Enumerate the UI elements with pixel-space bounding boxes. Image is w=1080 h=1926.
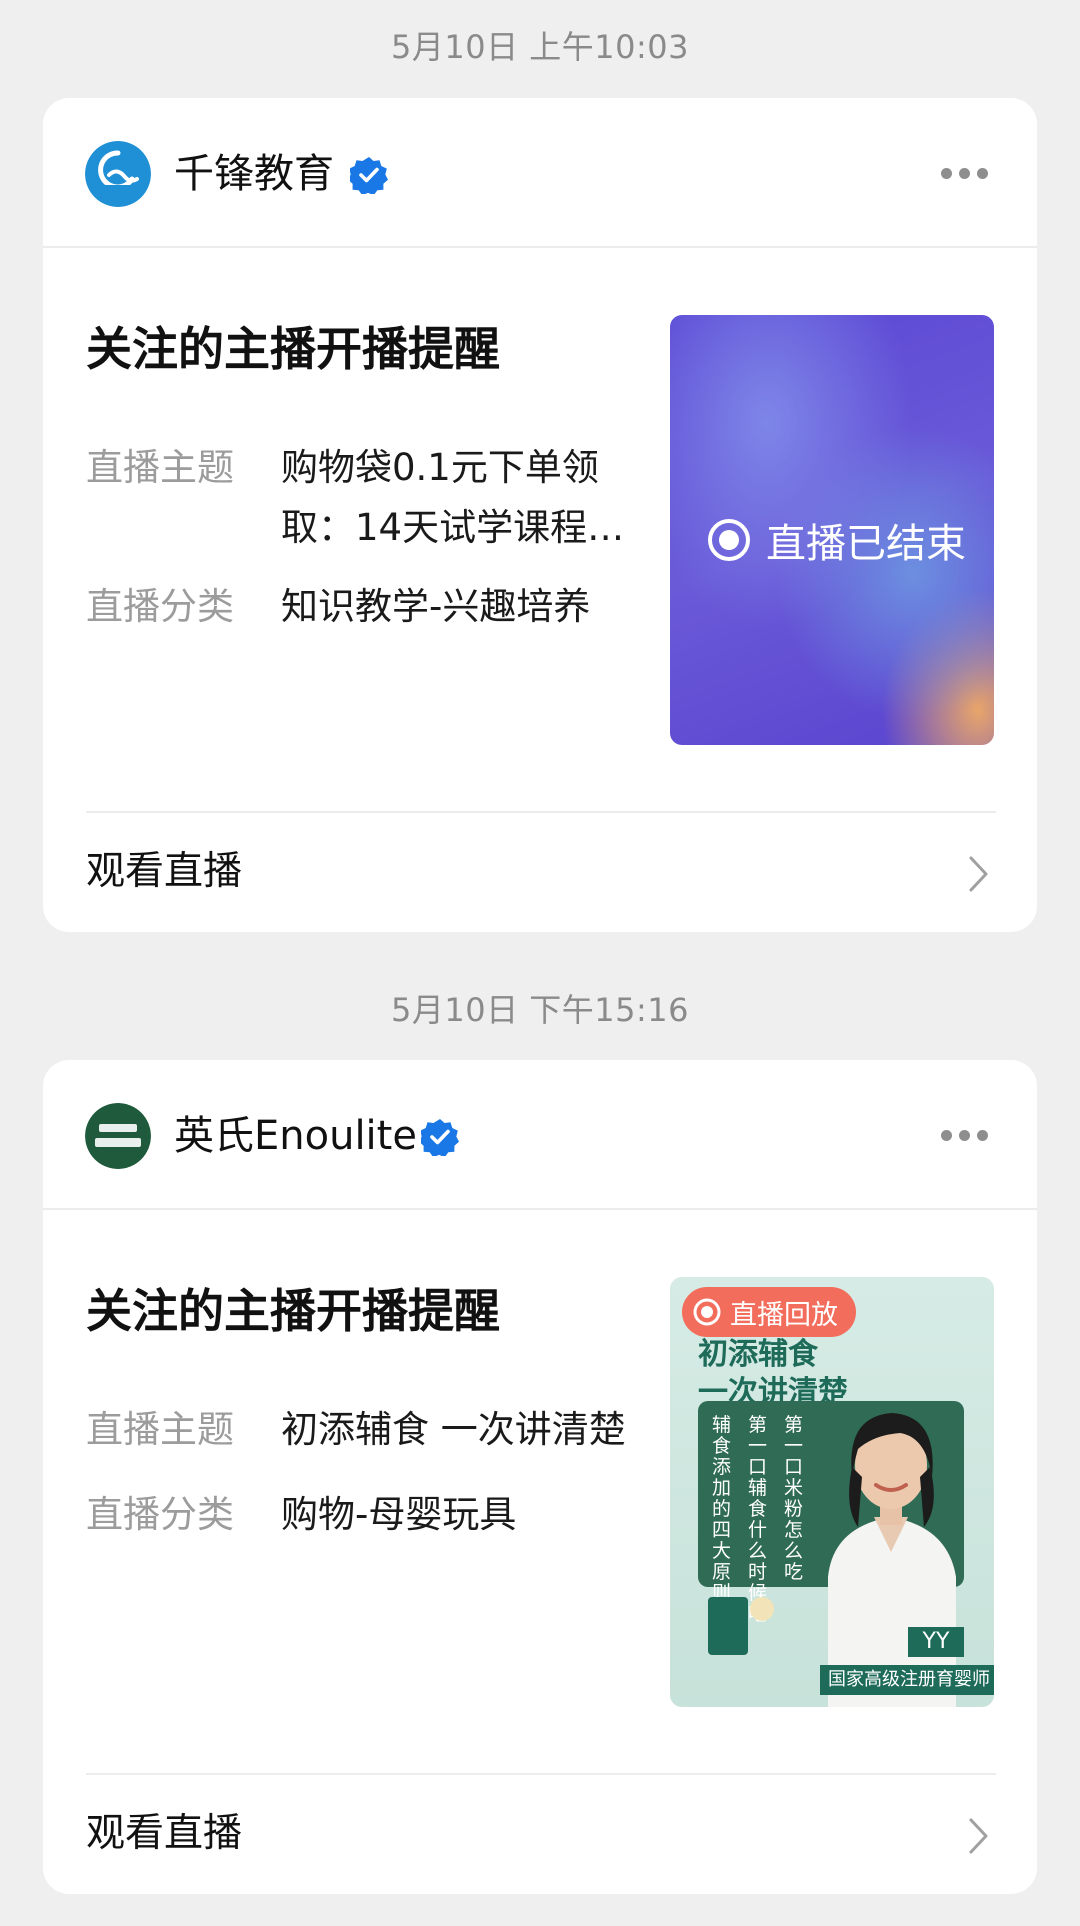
topic-label: 直播主题 [86,1408,234,1451]
topic-line-1: 购物袋0.1元下单领 [281,446,599,489]
live-notice-card: 英氏Enoulite 关注的主播开播提醒 直播主题 初添辅食 一次讲清楚 直播分… [43,1060,1037,1894]
card-header: 千锋教育 [43,98,1037,248]
verified-badge-icon [421,1119,459,1156]
account-name[interactable]: 千锋教育 [174,148,334,200]
category-value: 知识教学-兴趣培养 [281,585,591,628]
thumb-caption: 国家高级注册育婴师 [820,1665,994,1695]
category-value: 购物-母婴玩具 [281,1493,517,1536]
notice-title: 关注的主播开播提醒 [86,322,500,376]
thumb-point-1: 辅食添加的四大原则 [712,1414,732,1604]
topic-line-2: 取：14天试学课程… [281,506,625,549]
more-dots-icon[interactable] [941,1128,989,1144]
replay-badge-text: 直播回放 [730,1299,838,1331]
avatar[interactable] [85,1103,151,1169]
live-status: 直播已结束 [706,511,966,569]
chevron-right-icon[interactable] [967,854,991,894]
live-notice-card: 千锋教育 关注的主播开播提醒 直播主题 购物袋0.1元下单领 取：14天试学课程… [43,98,1037,932]
topic-value: 初添辅食 一次讲清楚 [281,1408,626,1451]
product-badge [750,1597,774,1621]
presenter-photo [828,1413,956,1707]
chevron-right-icon[interactable] [967,1816,991,1856]
thumb-tag: YY [908,1627,964,1657]
verified-badge-icon [350,157,388,194]
more-dots-icon[interactable] [941,166,989,182]
live-ended-icon [708,519,750,561]
topic-value: 购物袋0.1元下单领 取：14天试学课程… [281,438,651,558]
product-can [708,1597,748,1655]
replay-badge: 直播回放 [682,1287,856,1337]
notice-title: 关注的主播开播提醒 [86,1284,500,1338]
card-header: 英氏Enoulite [43,1060,1037,1210]
divider [86,1773,996,1775]
thumb-point-2: 第一口辅食什么时候吃 [748,1414,768,1625]
replay-thumbnail[interactable]: 初添辅食 一次讲清楚 辅食添加的四大原则 第一口辅食什么时候吃 第一口米粉怎么吃… [670,1277,994,1707]
timestamp: 5月10日 下午15:16 [391,991,689,1029]
category-label: 直播分类 [86,1493,234,1536]
divider [86,811,996,813]
topic-label: 直播主题 [86,446,234,489]
live-status-text: 直播已结束 [766,521,966,567]
category-label: 直播分类 [86,585,234,628]
account-name[interactable]: 英氏Enoulite [174,1110,417,1162]
timestamp: 5月10日 上午10:03 [391,28,689,66]
live-thumbnail[interactable]: 直播已结束 [670,315,994,745]
avatar[interactable] [85,141,151,207]
watch-live-button[interactable]: 观看直播 [86,846,242,898]
replay-icon [693,1298,721,1326]
watch-live-button[interactable]: 观看直播 [86,1808,242,1860]
